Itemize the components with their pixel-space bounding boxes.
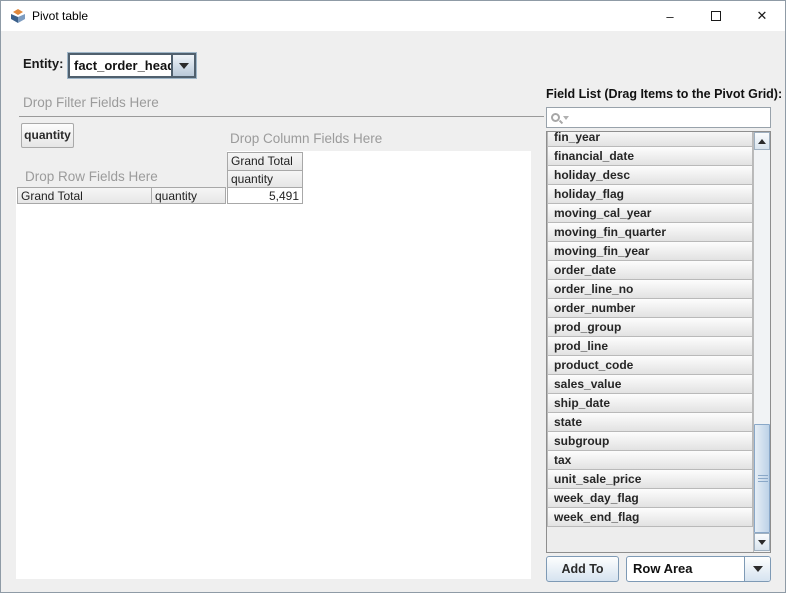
field-list-item[interactable]: tax bbox=[547, 450, 753, 470]
field-list-item[interactable]: ship_date bbox=[547, 393, 753, 413]
field-list-item[interactable]: unit_sale_price bbox=[547, 469, 753, 489]
field-list-item[interactable]: order_number bbox=[547, 298, 753, 318]
pivot-value-cell: 5,491 bbox=[227, 187, 303, 204]
field-list-item[interactable]: holiday_flag bbox=[547, 184, 753, 204]
maximize-icon bbox=[711, 11, 721, 21]
scrollbar-grip-icon bbox=[758, 475, 768, 476]
field-list-item[interactable]: moving_fin_quarter bbox=[547, 222, 753, 242]
filter-separator bbox=[19, 116, 544, 117]
row-header-grand-total[interactable]: Grand Total bbox=[17, 187, 152, 204]
maximize-button[interactable] bbox=[693, 1, 739, 31]
entity-combobox-arrow[interactable] bbox=[171, 55, 194, 76]
field-list-item[interactable]: week_end_flag bbox=[547, 507, 753, 527]
field-list-item[interactable]: subgroup bbox=[547, 431, 753, 451]
entity-combobox-value: fact_order_header bbox=[74, 58, 171, 73]
column-drop-hint: Drop Column Fields Here bbox=[230, 131, 383, 146]
scroll-down-icon bbox=[758, 539, 766, 545]
close-icon: ✕ bbox=[756, 8, 768, 23]
chevron-down-icon bbox=[752, 566, 763, 572]
field-search-input[interactable] bbox=[569, 109, 770, 126]
field-list-item[interactable]: prod_line bbox=[547, 336, 753, 356]
app-icon bbox=[11, 9, 25, 23]
minimize-icon: – bbox=[666, 8, 674, 24]
target-area-arrow[interactable] bbox=[744, 557, 770, 581]
target-area-value: Row Area bbox=[633, 561, 693, 576]
field-list-item[interactable]: order_date bbox=[547, 260, 753, 280]
filter-drop-hint: Drop Filter Fields Here bbox=[23, 95, 159, 110]
window-title: Pivot table bbox=[32, 9, 89, 23]
row-drop-hint: Drop Row Fields Here bbox=[25, 169, 158, 184]
field-list-item[interactable]: order_line_no bbox=[547, 279, 753, 299]
close-button[interactable]: ✕ bbox=[739, 1, 785, 31]
field-list-item[interactable]: state bbox=[547, 412, 753, 432]
chevron-down-icon bbox=[178, 62, 189, 69]
entity-label: Entity: bbox=[23, 56, 64, 71]
field-list-item[interactable]: holiday_desc bbox=[547, 165, 753, 185]
column-header-quantity[interactable]: quantity bbox=[227, 170, 303, 188]
field-list-item[interactable]: sales_value bbox=[547, 374, 753, 394]
data-field-chip-quantity[interactable]: quantity bbox=[21, 123, 74, 148]
content-area: Entity: fact_order_header Drop Filter Fi… bbox=[1, 31, 785, 592]
add-to-button[interactable]: Add To bbox=[546, 556, 619, 582]
minimize-button[interactable]: – bbox=[647, 1, 693, 31]
field-list-item[interactable]: week_day_flag bbox=[547, 488, 753, 508]
pivot-table-window: Pivot table – ✕ Entity: fact_order_heade… bbox=[0, 0, 786, 593]
field-list-item[interactable]: fin_year bbox=[547, 132, 753, 147]
field-list-scrollbar[interactable] bbox=[753, 132, 770, 552]
field-list-item[interactable]: moving_fin_year bbox=[547, 241, 753, 261]
field-list-item[interactable]: financial_date bbox=[547, 146, 753, 166]
field-list-header: Field List (Drag Items to the Pivot Grid… bbox=[546, 87, 783, 101]
field-list-item[interactable]: product_code bbox=[547, 355, 753, 375]
search-icon[interactable] bbox=[551, 113, 560, 122]
scroll-up-button[interactable] bbox=[754, 132, 770, 150]
scroll-up-icon bbox=[758, 138, 766, 144]
field-list-item[interactable]: prod_group bbox=[547, 317, 753, 337]
column-header-grand-total[interactable]: Grand Total bbox=[227, 152, 303, 171]
pivot-grid-panel: Drop Filter Fields Here quantity Drop Co… bbox=[16, 85, 544, 579]
field-list-item[interactable]: moving_cal_year bbox=[547, 203, 753, 223]
field-list-items: fin_year financial_date holiday_desc holida… bbox=[547, 132, 753, 552]
scrollbar-thumb[interactable] bbox=[754, 424, 770, 533]
scroll-down-button[interactable] bbox=[754, 533, 770, 551]
field-list: fin_year financial_date holiday_desc holida… bbox=[546, 131, 771, 553]
target-area-combobox[interactable]: Row Area bbox=[626, 556, 771, 582]
field-search-box[interactable] bbox=[546, 107, 771, 128]
titlebar: Pivot table – ✕ bbox=[1, 1, 785, 31]
row-header-measure[interactable]: quantity bbox=[151, 187, 226, 204]
entity-combobox[interactable]: fact_order_header bbox=[68, 53, 196, 78]
